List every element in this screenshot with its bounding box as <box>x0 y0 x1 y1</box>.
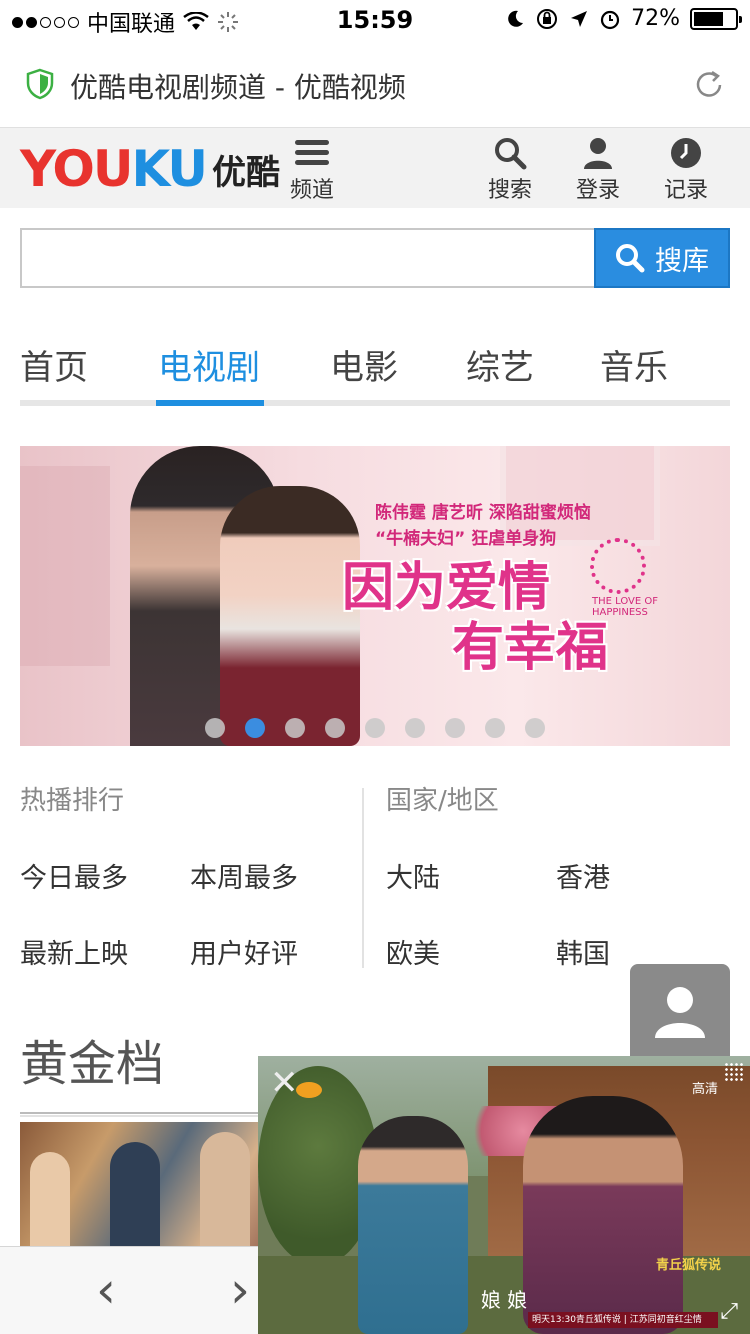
clock-icon <box>671 138 701 168</box>
ranking-week[interactable]: 本周最多 <box>190 856 298 895</box>
quality-label[interactable]: 高清 <box>692 1078 718 1097</box>
banner-pager[interactable] <box>205 718 545 738</box>
ranking-column: 热播排行 今日最多 本周最多 最新上映 用户好评 <box>20 780 360 970</box>
back-arrow-icon[interactable]: ‹ <box>96 1265 116 1315</box>
youku-logo[interactable]: YOUKU 优酷 <box>20 140 280 198</box>
pager-dot[interactable] <box>325 718 345 738</box>
rotation-lock-icon <box>537 8 558 29</box>
tab-movies[interactable]: 电影 <box>330 340 398 389</box>
search-bar: 搜库 <box>20 228 730 288</box>
location-arrow-icon <box>571 10 588 27</box>
channel-tabs: 首页 电视剧 电影 综艺 音乐 <box>20 330 730 406</box>
pager-dot[interactable] <box>445 718 465 738</box>
region-mainland[interactable]: 大陆 <box>386 856 440 895</box>
pager-dot[interactable] <box>525 718 545 738</box>
search-nav-button[interactable]: 搜索 <box>480 136 540 204</box>
history-button[interactable]: 记录 <box>656 136 716 204</box>
region-title: 国家/地区 <box>386 786 499 816</box>
site-header: YOUKU 优酷 频道 搜索 登录 记录 <box>0 128 750 208</box>
tab-tv-series[interactable]: 电视剧 <box>158 340 260 389</box>
banner-tagline: THE LOVE OF HAPPINESS <box>592 596 658 618</box>
history-label: 记录 <box>663 178 708 203</box>
login-label: 登录 <box>575 178 620 203</box>
search-submit-label: 搜库 <box>655 245 709 277</box>
pager-dot[interactable] <box>205 718 225 738</box>
battery-icon <box>690 7 742 30</box>
region-western[interactable]: 欧美 <box>386 932 440 971</box>
search-icon <box>495 138 527 170</box>
user-icon <box>655 987 705 1038</box>
banner-actress-image <box>220 486 360 746</box>
channel-menu-button[interactable]: 频道 <box>282 136 342 204</box>
login-button[interactable]: 登录 <box>568 136 628 204</box>
pip-video-player[interactable]: ✕ 高清 青丘狐传说 娘 娘 明天13:30青丘狐传说 | 江苏同初音红尘情 ⤢ <box>258 1056 750 1334</box>
status-bar: 中国联通 15:59 72% <box>0 0 750 40</box>
video-thumbnail[interactable] <box>20 1122 260 1252</box>
channel-ticker: 明天13:30青丘狐传说 | 江苏同初音红尘情 <box>528 1312 718 1328</box>
alarm-icon <box>600 10 620 29</box>
search-input[interactable] <box>20 228 596 288</box>
ranking-newest[interactable]: 最新上映 <box>20 932 128 971</box>
menu-icon <box>295 140 329 165</box>
divider <box>362 788 364 968</box>
floating-user-button[interactable] <box>630 964 730 1060</box>
reload-icon[interactable] <box>690 66 728 104</box>
region-hongkong[interactable]: 香港 <box>556 856 610 895</box>
drag-handle-icon[interactable] <box>724 1062 744 1082</box>
section-divider <box>20 1112 260 1117</box>
battery-percent: 72% <box>631 6 680 31</box>
ranking-today[interactable]: 今日最多 <box>20 856 128 895</box>
expand-icon[interactable]: ⤢ <box>720 1299 738 1324</box>
user-icon <box>584 138 612 169</box>
banner-title-line2: 有幸福 <box>452 618 609 678</box>
section-title: 黄金档 <box>20 1036 165 1092</box>
search-submit-button[interactable]: 搜库 <box>594 228 730 288</box>
region-column: 国家/地区 大陆 香港 欧美 韩国 <box>386 780 730 970</box>
logo-you: YOU <box>20 140 134 198</box>
banner-subtitle-2: “牛楠夫妇” 狂虐单身狗 <box>375 529 557 549</box>
close-icon[interactable]: ✕ <box>270 1066 299 1100</box>
pager-dot[interactable] <box>485 718 505 738</box>
banner-title-line1: 因为爱情 <box>342 558 551 618</box>
tab-variety[interactable]: 综艺 <box>466 340 534 389</box>
forward-arrow-icon[interactable]: › <box>230 1265 250 1315</box>
channel-menu-label: 频道 <box>289 178 334 203</box>
search-icon <box>616 244 645 273</box>
pager-dot[interactable] <box>405 718 425 738</box>
logo-ku: KU <box>131 140 208 198</box>
video-subtitle: 娘 娘 <box>480 1288 528 1312</box>
active-tab-indicator <box>156 400 264 406</box>
pager-dot[interactable] <box>245 718 265 738</box>
pager-dot[interactable] <box>365 718 385 738</box>
tab-home[interactable]: 首页 <box>20 340 88 389</box>
logo-cn: 优酷 <box>212 152 280 193</box>
pager-dot[interactable] <box>285 718 305 738</box>
channel-logo-icon <box>296 1082 322 1098</box>
banner-title: 因为爱情 有幸福 <box>342 558 608 678</box>
channel-promo-text: 青丘狐传说 <box>656 1258 722 1273</box>
banner-subtitle-1: 陈伟霆 唐艺昕 深陷甜蜜烦恼 <box>375 503 591 523</box>
page-title: 优酷电视剧频道 - 优酷视频 <box>70 71 406 104</box>
hero-banner[interactable]: 陈伟霆 唐艺昕 深陷甜蜜烦恼 “牛楠夫妇” 狂虐单身狗 因为爱情 有幸福 THE… <box>20 446 730 746</box>
shield-icon <box>26 68 54 100</box>
search-nav-label: 搜索 <box>487 178 532 203</box>
ranking-top-rated[interactable]: 用户好评 <box>190 932 298 971</box>
ranking-title: 热播排行 <box>20 786 125 816</box>
tab-music[interactable]: 音乐 <box>600 340 668 389</box>
url-bar[interactable]: 优酷电视剧频道 - 优酷视频 <box>0 40 750 128</box>
moon-icon <box>508 10 524 27</box>
category-filters: 热播排行 今日最多 本周最多 最新上映 用户好评 国家/地区 大陆 香港 欧美 … <box>20 780 730 970</box>
region-korea[interactable]: 韩国 <box>556 932 610 971</box>
